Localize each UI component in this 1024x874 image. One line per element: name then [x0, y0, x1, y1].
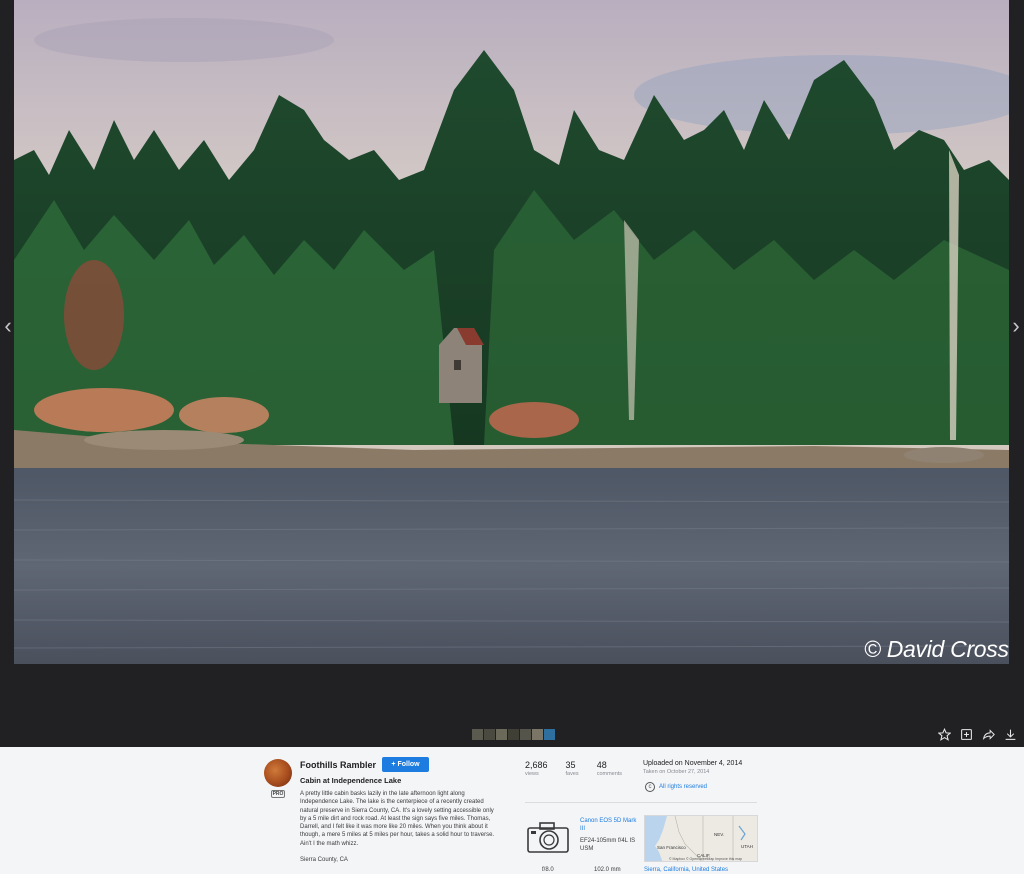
next-photo-button[interactable]: › — [1008, 312, 1024, 340]
photo-title: Cabin at Independence Lake — [300, 776, 402, 785]
fave-star-icon[interactable] — [937, 727, 952, 742]
stat-label: views — [525, 771, 539, 777]
map-attribution: © Mapbox © OpenStreetMap Improve this ma… — [669, 857, 743, 861]
previous-photo-button[interactable]: ‹ — [0, 312, 16, 340]
pro-badge: PRO — [271, 790, 285, 798]
viewer-actions — [937, 727, 1018, 742]
filmstrip-thumbnail[interactable] — [508, 729, 519, 740]
stat-label: faves — [565, 771, 579, 777]
filmstrip-thumbnail[interactable] — [472, 729, 483, 740]
divider — [525, 802, 757, 803]
add-to-gallery-icon[interactable] — [959, 727, 974, 742]
stat-views: 2,686 views — [525, 760, 548, 777]
map-label: NEV. — [714, 832, 725, 837]
avatar[interactable] — [264, 759, 292, 787]
aperture-value: f/8.0 — [542, 867, 554, 873]
photo-description: A pretty little cabin basks lazily in th… — [300, 791, 495, 847]
copyright-watermark: © David Cross — [864, 636, 1009, 662]
photo-stats: 2,686 views 35 faves 48 comments — [525, 760, 622, 777]
follow-button[interactable]: + Follow — [382, 757, 429, 772]
uploaded-date: Uploaded on November 4, 2014 — [643, 760, 743, 767]
photo-viewer: © David Cross ‹ › — [0, 0, 1024, 747]
stat-value: 2,686 — [525, 760, 548, 770]
copyright-icon: c — [645, 782, 655, 792]
photo-location-text: Sierra County, CA — [300, 857, 348, 863]
filmstrip-thumbnail[interactable] — [496, 729, 507, 740]
stat-comments: 48 comments — [597, 760, 622, 777]
download-icon[interactable] — [1003, 727, 1018, 742]
taken-date: Taken on October 27, 2014 — [643, 769, 710, 775]
focal-length-value: 102.0 mm — [594, 867, 621, 873]
stat-label: comments — [596, 771, 623, 777]
license: c All rights reserved — [645, 782, 707, 792]
filmstrip-thumbnail[interactable] — [520, 729, 531, 740]
lens-info: EF24-105mm f/4L IS USM — [580, 838, 636, 852]
photostream-filmstrip — [472, 729, 555, 740]
chevron-left-icon: ‹ — [4, 313, 12, 338]
stat-faves: 35 faves — [566, 760, 579, 777]
filmstrip-thumbnail[interactable] — [532, 729, 543, 740]
main-photo[interactable]: © David Cross — [14, 0, 1009, 664]
photo-info-panel — [0, 747, 1024, 874]
filmstrip-thumbnail[interactable] — [544, 729, 555, 740]
camera-model-link[interactable]: Canon EOS 5D Mark III — [580, 817, 640, 833]
map-label: San Francisco — [657, 845, 686, 850]
location-map[interactable]: NEV. UTAH San Francisco CALIF. © Mapbox … — [644, 815, 758, 862]
owner-name[interactable]: Foothills Rambler — [300, 760, 376, 770]
camera-icon — [525, 819, 571, 855]
share-icon[interactable] — [981, 727, 996, 742]
stat-value: 35 — [565, 760, 576, 770]
plus-icon: + — [391, 761, 396, 768]
follow-label: Follow — [397, 761, 420, 768]
chevron-right-icon: › — [1012, 313, 1020, 338]
map-label: UTAH — [741, 844, 753, 849]
location-link[interactable]: Sierra, California, United States — [644, 867, 728, 873]
stat-value: 48 — [596, 760, 607, 770]
rights-link[interactable]: All rights reserved — [659, 784, 707, 790]
filmstrip-thumbnail[interactable] — [484, 729, 495, 740]
